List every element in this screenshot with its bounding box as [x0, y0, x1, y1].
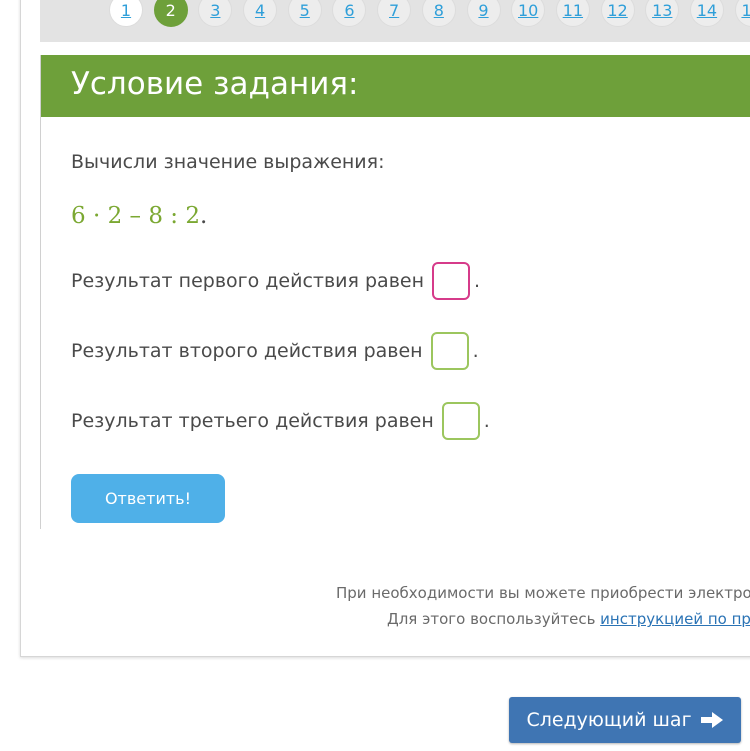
math-expression: 6 · 2 – 8 : 2.: [71, 203, 207, 229]
task-header: Условие задания:: [41, 55, 750, 117]
purchase-note: При необходимости вы можете приобрести э…: [336, 584, 750, 602]
page-button-9[interactable]: 9: [466, 0, 501, 27]
next-step-button[interactable]: Следующий шаг: [509, 697, 741, 743]
page-button-10[interactable]: 10: [511, 0, 546, 27]
instruction-note-prefix: Для этого воспользуйтесь: [387, 610, 601, 628]
answer-input-2[interactable]: [430, 332, 469, 370]
page-button-6[interactable]: 6: [332, 0, 367, 27]
page-button-8[interactable]: 8: [421, 0, 456, 27]
step-row-2: Результат второго действия равен .: [71, 332, 479, 370]
page-button-1[interactable]: 1: [109, 0, 143, 27]
page-button-5[interactable]: 5: [287, 0, 322, 27]
step-label-2: Результат второго действия равен: [71, 340, 423, 362]
step-row-3: Результат третьего действия равен .: [71, 402, 490, 440]
task-title: Условие задания:: [71, 66, 359, 102]
expression-text: 6 · 2 – 8 : 2: [71, 203, 200, 229]
answer-input-3[interactable]: [441, 402, 480, 440]
page-button-13[interactable]: 13: [645, 0, 680, 27]
arrow-right-icon: [700, 711, 724, 729]
page-button-14[interactable]: 14: [689, 0, 724, 27]
instruction-note: Для этого воспользуйтесь инструкцией по …: [387, 610, 750, 628]
step-label-1: Результат первого действия равен: [71, 270, 425, 292]
task-panel: Условие задания: Вычисли значение выраже…: [40, 55, 750, 529]
step-row-1: Результат первого действия равен .: [71, 262, 480, 300]
next-step-label: Следующий шаг: [526, 709, 692, 731]
pagination: 1 2 3 4 5 6 7 8 9 10 11 12 13 14 15: [109, 0, 750, 27]
task-instruction: Вычисли значение выражения:: [71, 151, 385, 173]
pagination-bar: 1 2 3 4 5 6 7 8 9 10 11 12 13 14 15: [40, 0, 750, 42]
step-label-3: Результат третьего действия равен: [71, 410, 434, 432]
step-period-2: .: [472, 340, 479, 362]
page-button-3[interactable]: 3: [198, 0, 233, 27]
instruction-link[interactable]: инструкцией по прио: [600, 610, 750, 628]
step-period-3: .: [483, 410, 490, 432]
answer-input-1[interactable]: [432, 262, 471, 300]
page-button-12[interactable]: 12: [600, 0, 635, 27]
page-button-4[interactable]: 4: [243, 0, 278, 27]
page-button-11[interactable]: 11: [555, 0, 590, 27]
page-button-2[interactable]: 2: [153, 0, 188, 27]
step-period-1: .: [474, 270, 481, 292]
page-button-7[interactable]: 7: [377, 0, 412, 27]
page-button-15[interactable]: 15: [734, 0, 750, 27]
expression-period: .: [199, 203, 208, 229]
answer-button[interactable]: Ответить!: [71, 474, 225, 523]
